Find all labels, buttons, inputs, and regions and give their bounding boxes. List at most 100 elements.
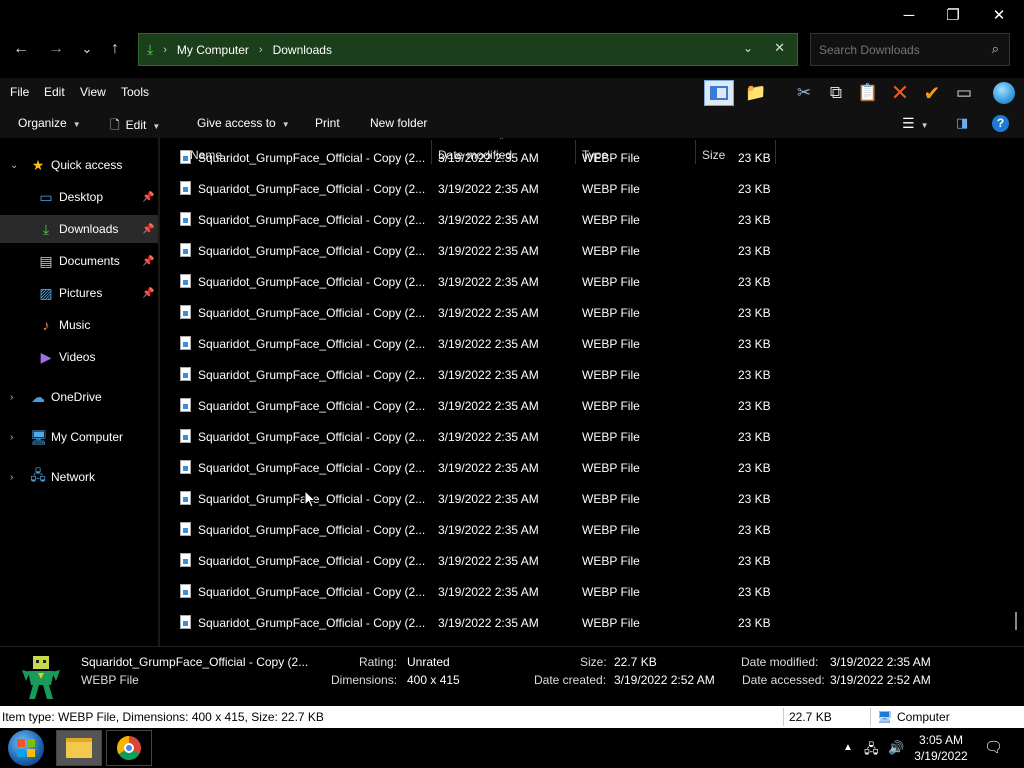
file-name-cell: Squaridot_GrumpFace_Official - Copy (2..… xyxy=(198,399,426,413)
table-row[interactable]: Squaridot_GrumpFace_Official - Copy (2..… xyxy=(160,328,780,359)
table-row[interactable]: Squaridot_GrumpFace_Official - Copy (2..… xyxy=(160,421,780,452)
file-name-cell: Squaridot_GrumpFace_Official - Copy (2..… xyxy=(198,182,426,196)
minimize-button[interactable]: ─ xyxy=(886,4,932,26)
date-accessed-label: Date accessed: xyxy=(742,673,825,687)
network-tray-icon[interactable]: 🖧 xyxy=(864,740,879,762)
preview-pane-icon[interactable] xyxy=(704,80,734,106)
pin-icon[interactable]: 📌 xyxy=(142,256,154,267)
taskbar-file-explorer[interactable] xyxy=(56,730,102,766)
webp-file-icon xyxy=(180,274,191,288)
sidebar-item-music[interactable]: ♪ Music xyxy=(0,311,158,339)
menu-view[interactable]: View xyxy=(80,85,106,99)
file-type-cell: WEBP File xyxy=(582,213,640,227)
pin-icon[interactable]: 📌 xyxy=(142,288,154,299)
volume-icon[interactable]: 🔊 xyxy=(888,740,904,756)
sidebar-item-desktop[interactable]: ▭ Desktop 📌 xyxy=(0,183,158,211)
chevron-down-icon: ▼ xyxy=(72,120,81,129)
table-row[interactable]: Squaridot_GrumpFace_Official - Copy (2..… xyxy=(160,204,780,235)
file-date-cell: 3/19/2022 2:35 AM xyxy=(438,151,539,165)
sidebar-item-my-computer[interactable]: › 🖥 My Computer xyxy=(0,423,158,451)
search-box[interactable]: ⌕ xyxy=(810,33,1010,66)
menu-tools[interactable]: Tools xyxy=(121,85,149,99)
copy-icon[interactable]: ⧉ xyxy=(822,80,850,106)
new-folder-button[interactable]: New folder xyxy=(370,116,427,130)
breadcrumb-downloads[interactable]: Downloads xyxy=(273,43,332,57)
address-bar[interactable]: ⤓ › My Computer › Downloads ⌄ ✕ xyxy=(138,33,798,66)
table-row[interactable]: Squaridot_GrumpFace_Official - Copy (2..… xyxy=(160,390,780,421)
checkmark-icon[interactable]: ✔ xyxy=(918,80,946,106)
download-icon: ⤓ xyxy=(42,220,50,237)
menu-edit[interactable]: Edit xyxy=(44,85,65,99)
sidebar-item-pictures[interactable]: ▨ Pictures 📌 xyxy=(0,279,158,307)
table-row[interactable]: Squaridot_GrumpFace_Official - Copy (2..… xyxy=(160,297,780,328)
paste-icon[interactable]: 📋 xyxy=(854,80,882,106)
sidebar-item-network[interactable]: › 🖧 Network xyxy=(0,463,158,491)
close-window-button[interactable]: ✕ xyxy=(976,4,1022,26)
dimensions-value: 400 x 415 xyxy=(407,673,460,687)
notifications-icon[interactable]: 🗨 xyxy=(984,738,1003,756)
table-row[interactable]: Squaridot_GrumpFace_Official - Copy (2..… xyxy=(160,576,780,607)
back-arrow-icon[interactable]: ← xyxy=(10,38,32,60)
sidebar-item-onedrive[interactable]: › ☁ OneDrive xyxy=(0,383,158,411)
menu-file[interactable]: File xyxy=(10,85,29,99)
show-hidden-icons-icon[interactable]: ▲ xyxy=(843,742,853,753)
table-row[interactable]: Squaridot_GrumpFace_Official - Copy (2..… xyxy=(160,545,780,576)
sidebar-item-label: OneDrive xyxy=(51,390,102,404)
view-options-icon[interactable]: ☰ ▼ xyxy=(902,115,928,132)
details-pane: Squaridot_GrumpFace_Official - Copy (2..… xyxy=(0,646,1024,706)
table-row[interactable]: Squaridot_GrumpFace_Official - Copy (2..… xyxy=(160,142,780,173)
file-type-cell: WEBP File xyxy=(582,523,640,537)
up-arrow-icon[interactable]: ↑ xyxy=(104,38,126,60)
print-button[interactable]: Print xyxy=(315,116,340,130)
breadcrumb-my-computer[interactable]: My Computer xyxy=(177,43,249,57)
organize-button[interactable]: Organize ▼ xyxy=(18,116,81,130)
vertical-scrollbar[interactable] xyxy=(1015,612,1017,630)
chevron-right-icon[interactable]: › xyxy=(10,392,13,403)
cut-scissors-icon[interactable]: ✂ xyxy=(790,80,818,106)
table-row[interactable]: Squaridot_GrumpFace_Official - Copy (2..… xyxy=(160,483,780,514)
sidebar-item-documents[interactable]: ▤ Documents 📌 xyxy=(0,247,158,275)
rating-value[interactable]: Unrated xyxy=(407,655,450,669)
give-access-button[interactable]: Give access to ▼ xyxy=(197,116,290,130)
properties-card-icon[interactable]: ▭ xyxy=(950,80,978,106)
table-row[interactable]: Squaridot_GrumpFace_Official - Copy (2..… xyxy=(160,235,780,266)
table-row[interactable]: Squaridot_GrumpFace_Official - Copy (2..… xyxy=(160,173,780,204)
sidebar-item-label: Music xyxy=(59,318,91,332)
folder-check-icon[interactable]: 📁 xyxy=(742,80,770,106)
taskbar-chrome[interactable] xyxy=(106,730,152,766)
sidebar-item-quick-access[interactable]: ⌄ ★ Quick access xyxy=(0,151,158,179)
delete-x-icon[interactable]: ✕ xyxy=(886,80,914,106)
sidebar-item-downloads[interactable]: ⤓ Downloads 📌 xyxy=(0,215,158,243)
chevron-right-icon[interactable]: › xyxy=(10,432,13,443)
system-clock[interactable]: 3:05 AM 3/19/2022 xyxy=(910,732,972,764)
breadcrumb-separator-icon: › xyxy=(163,43,167,56)
edit-button[interactable]: 🗋 Edit ▼ xyxy=(110,116,160,137)
file-size-cell: 23 KB xyxy=(738,337,771,351)
start-button[interactable] xyxy=(8,730,44,766)
search-icon[interactable]: ⌕ xyxy=(992,41,999,57)
recent-locations-chevron-icon[interactable]: ⌄ xyxy=(76,38,98,60)
pin-icon[interactable]: 📌 xyxy=(142,224,154,235)
help-icon[interactable]: ? xyxy=(992,115,1009,132)
clear-address-icon[interactable]: ✕ xyxy=(774,40,785,56)
globe-icon[interactable] xyxy=(990,80,1018,106)
address-history-chevron-icon[interactable]: ⌄ xyxy=(743,41,753,55)
table-row[interactable]: Squaridot_GrumpFace_Official - Copy (2..… xyxy=(160,359,780,390)
chevron-expanded-icon[interactable]: ⌄ xyxy=(10,160,18,171)
maximize-button[interactable]: ❐ xyxy=(930,4,976,26)
sidebar-item-label: Downloads xyxy=(59,222,119,236)
table-row[interactable]: Squaridot_GrumpFace_Official - Copy (2..… xyxy=(160,266,780,297)
chevron-right-icon[interactable]: › xyxy=(10,472,13,483)
table-row[interactable]: Squaridot_GrumpFace_Official - Copy (2..… xyxy=(160,514,780,545)
sidebar-item-videos[interactable]: ▶ Videos xyxy=(0,343,158,371)
forward-arrow-icon[interactable]: → xyxy=(45,38,67,60)
status-divider xyxy=(870,708,871,726)
preview-toggle-icon[interactable]: ◨ xyxy=(956,115,968,131)
file-type-cell: WEBP File xyxy=(582,492,640,506)
table-row[interactable]: Squaridot_GrumpFace_Official - Copy (2..… xyxy=(160,452,780,483)
webp-file-icon xyxy=(180,243,191,257)
search-input[interactable] xyxy=(819,42,979,57)
pin-icon[interactable]: 📌 xyxy=(142,192,154,203)
date-modified-value: 3/19/2022 2:35 AM xyxy=(830,655,931,669)
table-row[interactable]: Squaridot_GrumpFace_Official - Copy (2..… xyxy=(160,607,780,638)
